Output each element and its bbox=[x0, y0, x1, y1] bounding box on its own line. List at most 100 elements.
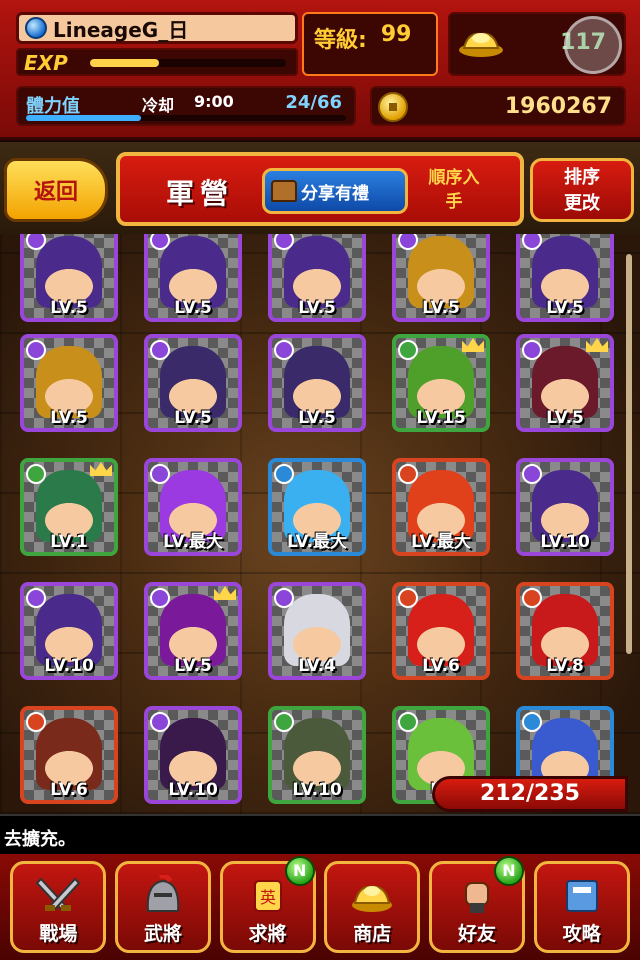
hero-card[interactable]: LV.5 bbox=[268, 334, 366, 432]
share-button[interactable]: 分享有禮 bbox=[262, 168, 408, 214]
exp-fill bbox=[90, 59, 159, 67]
element-icon bbox=[398, 712, 418, 732]
gold-ingot-icon bbox=[349, 875, 395, 915]
stamina-box: 體力值 冷却 9:00 24/66 bbox=[16, 86, 356, 126]
element-icon bbox=[150, 464, 170, 484]
hero-level: LV.10 bbox=[168, 780, 218, 800]
hero-level: LV.1 bbox=[50, 532, 88, 552]
hero-level: LV.5 bbox=[50, 408, 88, 428]
level-value: 99 bbox=[380, 22, 412, 47]
hero-level: LV.5 bbox=[546, 408, 584, 428]
hero-level: LV.4 bbox=[298, 656, 336, 676]
player-name: LineageG_日 bbox=[53, 17, 189, 42]
nav-button-0[interactable]: 戰場 bbox=[10, 861, 107, 953]
summon-scroll-icon: 英 bbox=[245, 875, 291, 915]
hero-card[interactable]: LV.8 bbox=[516, 582, 614, 680]
element-icon bbox=[398, 340, 418, 360]
stamina-track bbox=[26, 115, 346, 121]
nav-button-3[interactable]: 商店 bbox=[324, 861, 421, 953]
hero-card[interactable]: LV.10 bbox=[144, 706, 242, 804]
coin-box: 1960267 bbox=[370, 86, 626, 126]
new-badge: N bbox=[493, 856, 524, 886]
coin-icon bbox=[378, 92, 408, 122]
hero-card[interactable]: LV.5 bbox=[144, 334, 242, 432]
hero-card[interactable]: LV.5 bbox=[20, 334, 118, 432]
hero-card[interactable]: LV.5 bbox=[144, 582, 242, 680]
hero-level: LV.5 bbox=[298, 298, 336, 318]
crown-icon bbox=[462, 338, 484, 352]
treasure-chest-icon bbox=[271, 180, 297, 202]
player-name-box: LineageG_日 bbox=[16, 12, 298, 44]
crown-icon bbox=[214, 586, 236, 600]
nav-label: 戰場 bbox=[39, 923, 78, 945]
nav-button-1[interactable]: 武將 bbox=[114, 861, 211, 953]
change-sort-button[interactable]: 排序 更改 bbox=[530, 158, 634, 222]
element-icon bbox=[274, 712, 294, 732]
hero-level: LV.8 bbox=[546, 656, 584, 676]
hero-card[interactable]: LV.最大 bbox=[392, 458, 490, 556]
hero-level: LV.10 bbox=[44, 656, 94, 676]
element-icon bbox=[26, 712, 46, 732]
hero-level: LV.10 bbox=[292, 780, 342, 800]
level-box: 等級: 99 bbox=[302, 12, 438, 76]
hero-level: LV.5 bbox=[174, 656, 212, 676]
hero-card[interactable]: LV.15 bbox=[392, 334, 490, 432]
message-text: 去擴充。 bbox=[4, 829, 76, 850]
header-bar: 返回 軍營 分享有禮 順序入手 排序 更改 bbox=[0, 142, 640, 234]
hero-card[interactable]: LV.5 bbox=[144, 234, 242, 322]
hero-card[interactable]: LV.5 bbox=[20, 234, 118, 322]
element-icon bbox=[398, 588, 418, 608]
nav-label: 攻略 bbox=[562, 923, 601, 945]
element-icon bbox=[150, 588, 170, 608]
globe-icon bbox=[25, 17, 47, 39]
hero-level: LV.5 bbox=[298, 408, 336, 428]
card-grid: LV.5 LV.5 LV.5 LV.5 LV.5 LV.5 LV.5 LV.5 LV.15 LV.… bbox=[0, 234, 640, 814]
hero-level: LV.最大 bbox=[411, 532, 471, 552]
svg-text:英: 英 bbox=[260, 888, 276, 907]
back-button[interactable]: 返回 bbox=[4, 158, 108, 222]
element-icon bbox=[274, 588, 294, 608]
book-icon bbox=[559, 875, 605, 915]
nav-button-4[interactable]: 好友 N bbox=[428, 856, 525, 953]
hero-card[interactable]: LV.10 bbox=[516, 458, 614, 556]
hero-card[interactable]: LV.10 bbox=[268, 706, 366, 804]
hero-card[interactable]: LV.6 bbox=[392, 582, 490, 680]
hero-level: LV.6 bbox=[50, 780, 88, 800]
scrollbar[interactable] bbox=[626, 254, 632, 654]
message-bar: 去擴充。 bbox=[0, 814, 640, 854]
page-title: 軍營 bbox=[166, 177, 235, 210]
element-icon bbox=[274, 340, 294, 360]
hero-card[interactable]: LV.5 bbox=[268, 234, 366, 322]
element-icon bbox=[522, 340, 542, 360]
hero-level: LV.6 bbox=[422, 656, 460, 676]
coin-value: 1960267 bbox=[504, 94, 612, 119]
sort-label-line2: 更改 bbox=[564, 193, 600, 214]
hero-card[interactable]: LV.最大 bbox=[144, 458, 242, 556]
sort-order-label: 順序入手 bbox=[428, 168, 480, 212]
hero-card[interactable]: LV.5 bbox=[516, 234, 614, 322]
nav-button-5[interactable]: 攻略 bbox=[533, 861, 630, 953]
gold-box[interactable]: 117 bbox=[448, 12, 626, 76]
cooldown-time: 9:00 bbox=[194, 92, 234, 111]
hero-card[interactable]: LV.6 bbox=[20, 706, 118, 804]
nav-label: 武將 bbox=[143, 923, 182, 945]
hero-card[interactable]: LV.4 bbox=[268, 582, 366, 680]
nav-button-2[interactable]: 英求將 N bbox=[219, 856, 316, 953]
hero-level: LV.5 bbox=[174, 298, 212, 318]
hero-card[interactable]: LV.10 bbox=[20, 582, 118, 680]
hero-level: LV.10 bbox=[540, 532, 590, 552]
level-label: 等級: bbox=[314, 28, 367, 53]
hero-level: LV.最大 bbox=[287, 532, 347, 552]
status-panel: LineageG_日 等級: 99 EXP 117 體力值 冷却 9:00 24… bbox=[0, 0, 640, 140]
nav-label: 求將 bbox=[248, 923, 287, 945]
title-banner: 軍營 分享有禮 順序入手 bbox=[116, 152, 524, 226]
hero-card[interactable]: LV.5 bbox=[516, 334, 614, 432]
assistive-touch-button[interactable] bbox=[564, 16, 622, 74]
hero-level: LV.5 bbox=[422, 298, 460, 318]
hero-card[interactable]: LV.最大 bbox=[268, 458, 366, 556]
hero-card[interactable]: LV.5 bbox=[392, 234, 490, 322]
element-icon bbox=[26, 588, 46, 608]
sort-label-line1: 排序 bbox=[564, 167, 600, 188]
element-icon bbox=[26, 340, 46, 360]
hero-card[interactable]: LV.1 bbox=[20, 458, 118, 556]
